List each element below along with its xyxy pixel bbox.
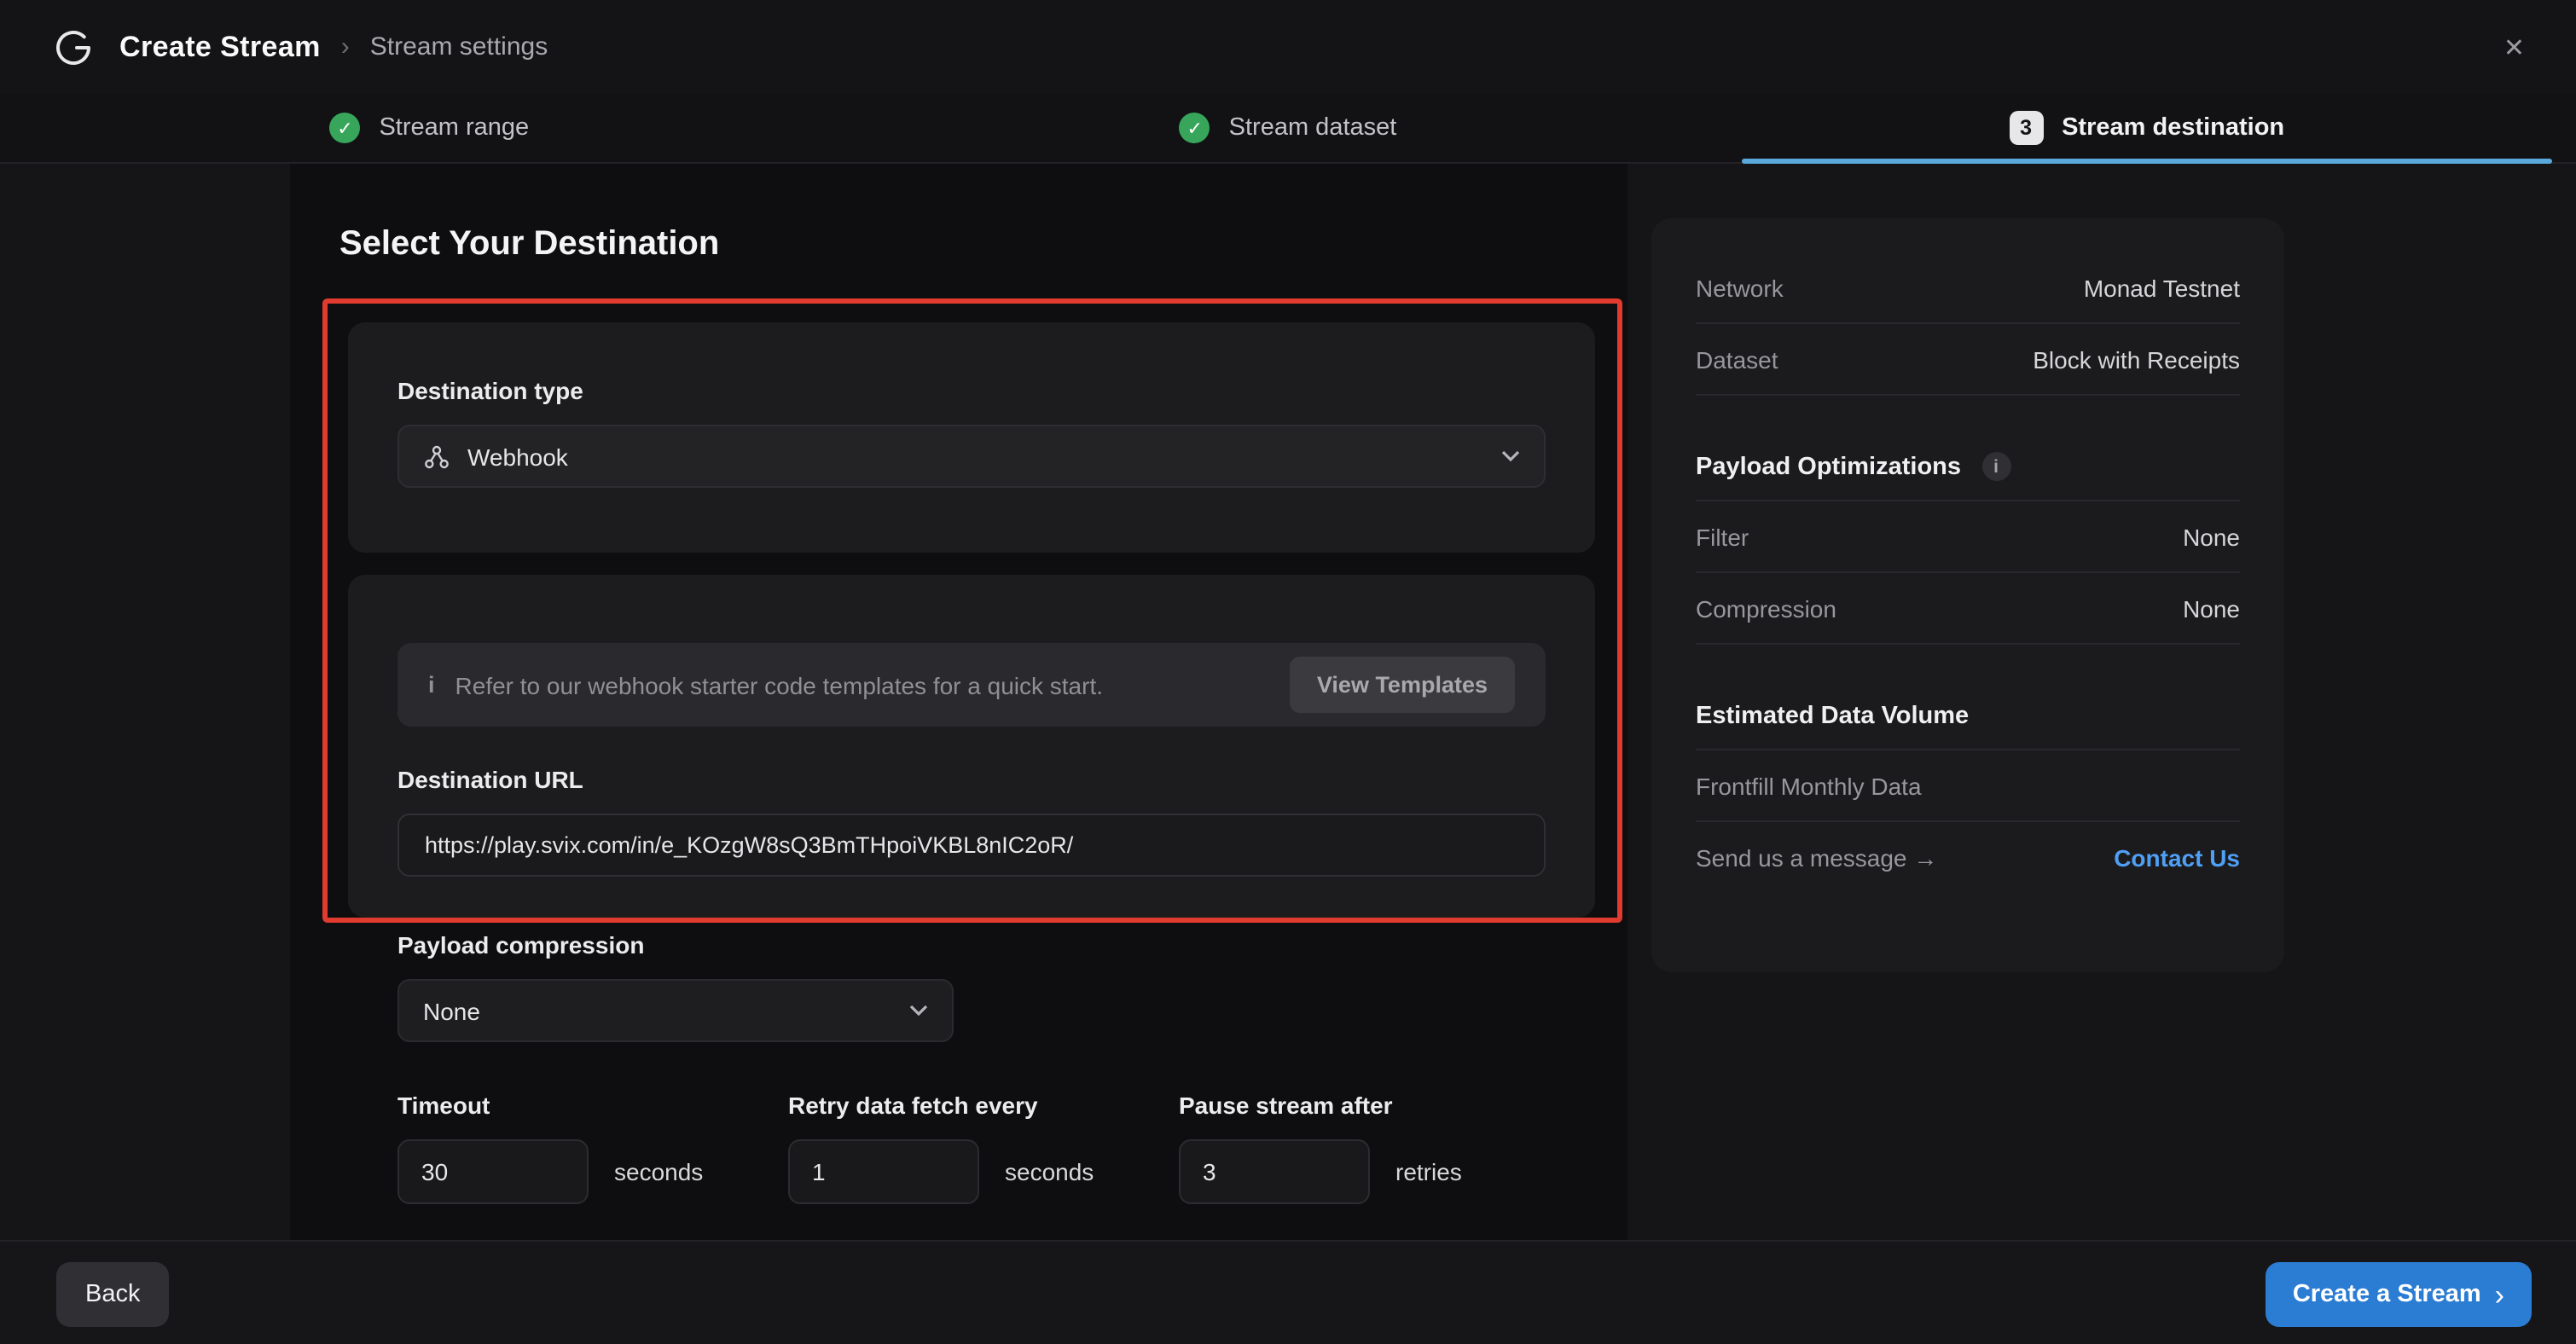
summary-row-compression: Compression None bbox=[1696, 573, 2240, 645]
check-icon: ✓ bbox=[329, 113, 360, 143]
footer-bar: Back Create a Stream › bbox=[0, 1240, 2576, 1344]
timeout-label: Timeout bbox=[397, 1092, 490, 1119]
summary-row-contact: Send us a message → Contact Us bbox=[1696, 822, 2240, 894]
destination-type-card: Destination type Webhook bbox=[348, 322, 1595, 553]
scale-wrapper: Create Stream › Stream settings ✕ ✓ Stre… bbox=[0, 0, 2576, 1344]
destination-type-select[interactable]: Webhook bbox=[397, 425, 1546, 488]
breadcrumb-separator: › bbox=[341, 32, 350, 61]
step-label: Stream range bbox=[379, 114, 529, 142]
info-icon[interactable]: i bbox=[1981, 452, 2010, 481]
timeout-input[interactable] bbox=[397, 1139, 589, 1204]
filter-value: None bbox=[2183, 523, 2240, 550]
step-number-badge: 3 bbox=[2009, 111, 2043, 145]
contact-us-link[interactable]: Contact Us bbox=[2114, 844, 2240, 872]
destination-type-value: Webhook bbox=[467, 443, 568, 470]
pause-after-input[interactable] bbox=[1179, 1139, 1370, 1204]
destination-url-input[interactable] bbox=[397, 814, 1546, 877]
create-stream-button[interactable]: Create a Stream › bbox=[2266, 1262, 2532, 1327]
step-stream-range[interactable]: ✓ Stream range bbox=[0, 94, 859, 162]
chevron-right-icon: › bbox=[2495, 1280, 2504, 1309]
check-icon: ✓ bbox=[1180, 113, 1210, 143]
step-label: Stream destination bbox=[2062, 114, 2284, 142]
estimated-data-volume-title: Estimated Data Volume bbox=[1696, 702, 1969, 729]
compression-value: None bbox=[2183, 594, 2240, 622]
destination-form-column: Select Your Destination Destination type… bbox=[290, 164, 1627, 1240]
create-stream-modal: Create Stream › Stream settings ✕ ✓ Stre… bbox=[0, 0, 2576, 1344]
payload-compression-select[interactable]: None bbox=[397, 979, 954, 1042]
dataset-label: Dataset bbox=[1696, 345, 1778, 373]
retry-every-input[interactable] bbox=[788, 1139, 979, 1204]
summary-row-frontfill: Frontfill Monthly Data bbox=[1696, 750, 2240, 822]
payload-optimizations-header: Payload Optimizations i bbox=[1696, 433, 2240, 501]
destination-url-label: Destination URL bbox=[397, 766, 583, 793]
summary-row-network: Network Monad Testnet bbox=[1696, 252, 2240, 324]
app-logo-icon bbox=[51, 25, 96, 69]
info-icon: i bbox=[428, 672, 435, 698]
view-templates-button[interactable]: View Templates bbox=[1290, 657, 1515, 713]
destination-heading: Select Your Destination bbox=[339, 225, 719, 264]
step-label: Stream dataset bbox=[1229, 114, 1397, 142]
summary-panel: Network Monad Testnet Dataset Block with… bbox=[1651, 218, 2284, 972]
compression-label: Compression bbox=[1696, 594, 1836, 622]
chevron-down-icon bbox=[909, 1005, 928, 1017]
network-value: Monad Testnet bbox=[2084, 274, 2240, 301]
payload-compression-value: None bbox=[423, 997, 480, 1024]
breadcrumb-current: Stream settings bbox=[370, 32, 548, 61]
summary-row-dataset: Dataset Block with Receipts bbox=[1696, 324, 2240, 396]
retry-every-unit: seconds bbox=[1005, 1158, 1094, 1185]
page-title: Create Stream bbox=[119, 30, 321, 64]
payload-optimizations-title: Payload Optimizations bbox=[1696, 453, 1961, 480]
create-stream-label: Create a Stream bbox=[2293, 1281, 2481, 1308]
pause-after-unit: retries bbox=[1395, 1158, 1462, 1185]
timeout-unit: seconds bbox=[614, 1158, 703, 1185]
destination-type-label: Destination type bbox=[397, 377, 583, 404]
close-icon[interactable]: ✕ bbox=[2493, 25, 2535, 69]
filter-label: Filter bbox=[1696, 523, 1749, 550]
network-label: Network bbox=[1696, 274, 1784, 301]
retry-every-label: Retry data fetch every bbox=[788, 1092, 1038, 1119]
pause-after-label: Pause stream after bbox=[1179, 1092, 1393, 1119]
info-banner-text: Refer to our webhook starter code templa… bbox=[455, 671, 1104, 698]
info-banner: i Refer to our webhook starter code temp… bbox=[397, 643, 1546, 727]
dataset-value: Block with Receipts bbox=[2033, 345, 2240, 373]
active-tab-underline bbox=[1741, 159, 2552, 164]
frontfill-label: Frontfill Monthly Data bbox=[1696, 772, 1922, 799]
webhook-icon bbox=[423, 443, 450, 470]
webhook-config-card: i Refer to our webhook starter code temp… bbox=[348, 575, 1595, 918]
step-stream-destination[interactable]: 3 Stream destination bbox=[1717, 94, 2576, 162]
steps-bar: ✓ Stream range ✓ Stream dataset 3 Stream… bbox=[0, 94, 2576, 164]
summary-row-filter: Filter None bbox=[1696, 501, 2240, 573]
back-button[interactable]: Back bbox=[56, 1262, 170, 1327]
estimated-data-volume-header: Estimated Data Volume bbox=[1696, 682, 2240, 750]
header-bar: Create Stream › Stream settings ✕ bbox=[0, 0, 2576, 94]
step-stream-dataset[interactable]: ✓ Stream dataset bbox=[859, 94, 1718, 162]
chevron-down-icon bbox=[1501, 450, 1520, 462]
contact-message-label: Send us a message → bbox=[1696, 844, 1937, 872]
payload-compression-label: Payload compression bbox=[397, 931, 644, 959]
